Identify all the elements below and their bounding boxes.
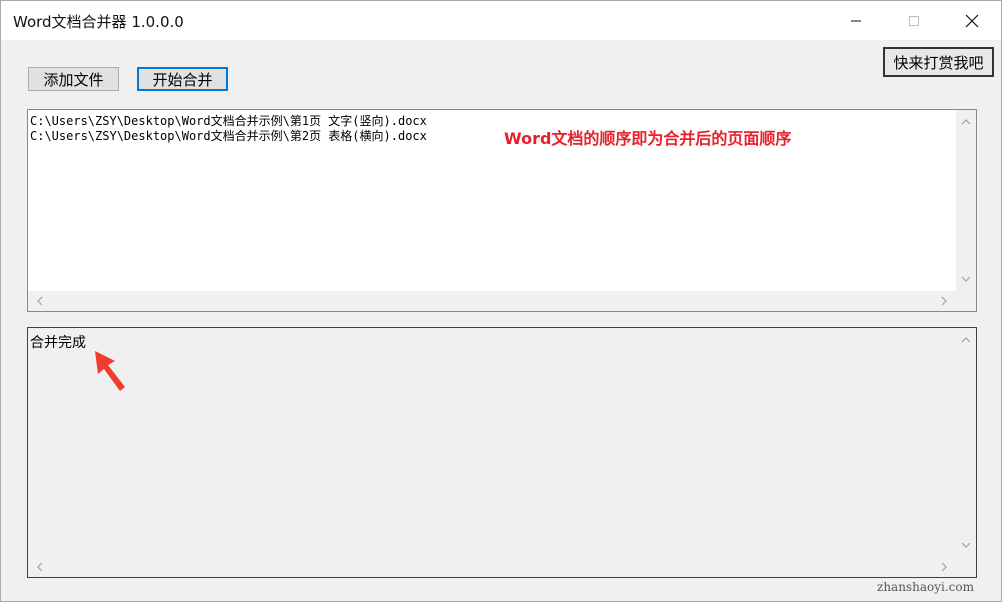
- start-merge-button[interactable]: 开始合并: [137, 67, 228, 91]
- window-title: Word文档合并器 1.0.0.0: [13, 13, 184, 31]
- watermark: zhanshaoyi.com: [877, 580, 974, 594]
- title-bar[interactable]: Word文档合并器 1.0.0.0: [1, 1, 1001, 40]
- red-arrow-icon: [95, 351, 125, 391]
- maximize-button[interactable]: [885, 1, 943, 40]
- list-item[interactable]: C:\Users\ZSY\Desktop\Word文档合并示例\第1页 文字(竖…: [30, 114, 427, 129]
- scroll-right-arrow[interactable]: [934, 291, 954, 311]
- chevron-down-icon: [961, 276, 971, 282]
- order-annotation: Word文档的顺序即为合并后的页面顺序: [504, 129, 792, 148]
- minimize-icon: [851, 20, 861, 21]
- scroll-up-arrow[interactable]: [956, 112, 976, 132]
- add-file-button[interactable]: 添加文件: [28, 67, 119, 91]
- close-button[interactable]: [943, 1, 1001, 40]
- file-list[interactable]: C:\Users\ZSY\Desktop\Word文档合并示例\第1页 文字(竖…: [27, 109, 977, 312]
- app-window: Word文档合并器 1.0.0.0 添加文件 开始合并 快来打赏我吧 C:\Us…: [0, 0, 1002, 602]
- chevron-right-icon: [941, 296, 947, 306]
- scroll-left-arrow[interactable]: [30, 557, 50, 577]
- maximize-icon: [909, 15, 919, 26]
- scroll-corner: [956, 557, 976, 577]
- file-list-horizontal-scrollbar[interactable]: [28, 291, 956, 311]
- donate-button[interactable]: 快来打赏我吧: [883, 47, 994, 77]
- scroll-up-arrow[interactable]: [956, 330, 976, 350]
- minimize-button[interactable]: [827, 1, 885, 40]
- log-vertical-scrollbar[interactable]: [956, 328, 976, 557]
- chevron-right-icon: [941, 562, 947, 572]
- scroll-left-arrow[interactable]: [30, 291, 50, 311]
- list-item[interactable]: C:\Users\ZSY\Desktop\Word文档合并示例\第2页 表格(横…: [30, 129, 427, 144]
- file-list-items: C:\Users\ZSY\Desktop\Word文档合并示例\第1页 文字(竖…: [30, 114, 427, 144]
- scroll-corner: [956, 291, 976, 311]
- log-horizontal-scrollbar[interactable]: [28, 557, 956, 577]
- chevron-left-icon: [37, 296, 43, 306]
- scroll-down-arrow[interactable]: [956, 269, 976, 289]
- log-text: 合并完成: [30, 335, 86, 351]
- scroll-down-arrow[interactable]: [956, 535, 976, 555]
- log-output[interactable]: 合并完成: [27, 327, 977, 578]
- scroll-right-arrow[interactable]: [934, 557, 954, 577]
- file-list-vertical-scrollbar[interactable]: [956, 110, 976, 291]
- close-icon: [965, 14, 979, 27]
- chevron-up-icon: [961, 119, 971, 125]
- chevron-left-icon: [37, 562, 43, 572]
- chevron-down-icon: [961, 542, 971, 548]
- chevron-up-icon: [961, 337, 971, 343]
